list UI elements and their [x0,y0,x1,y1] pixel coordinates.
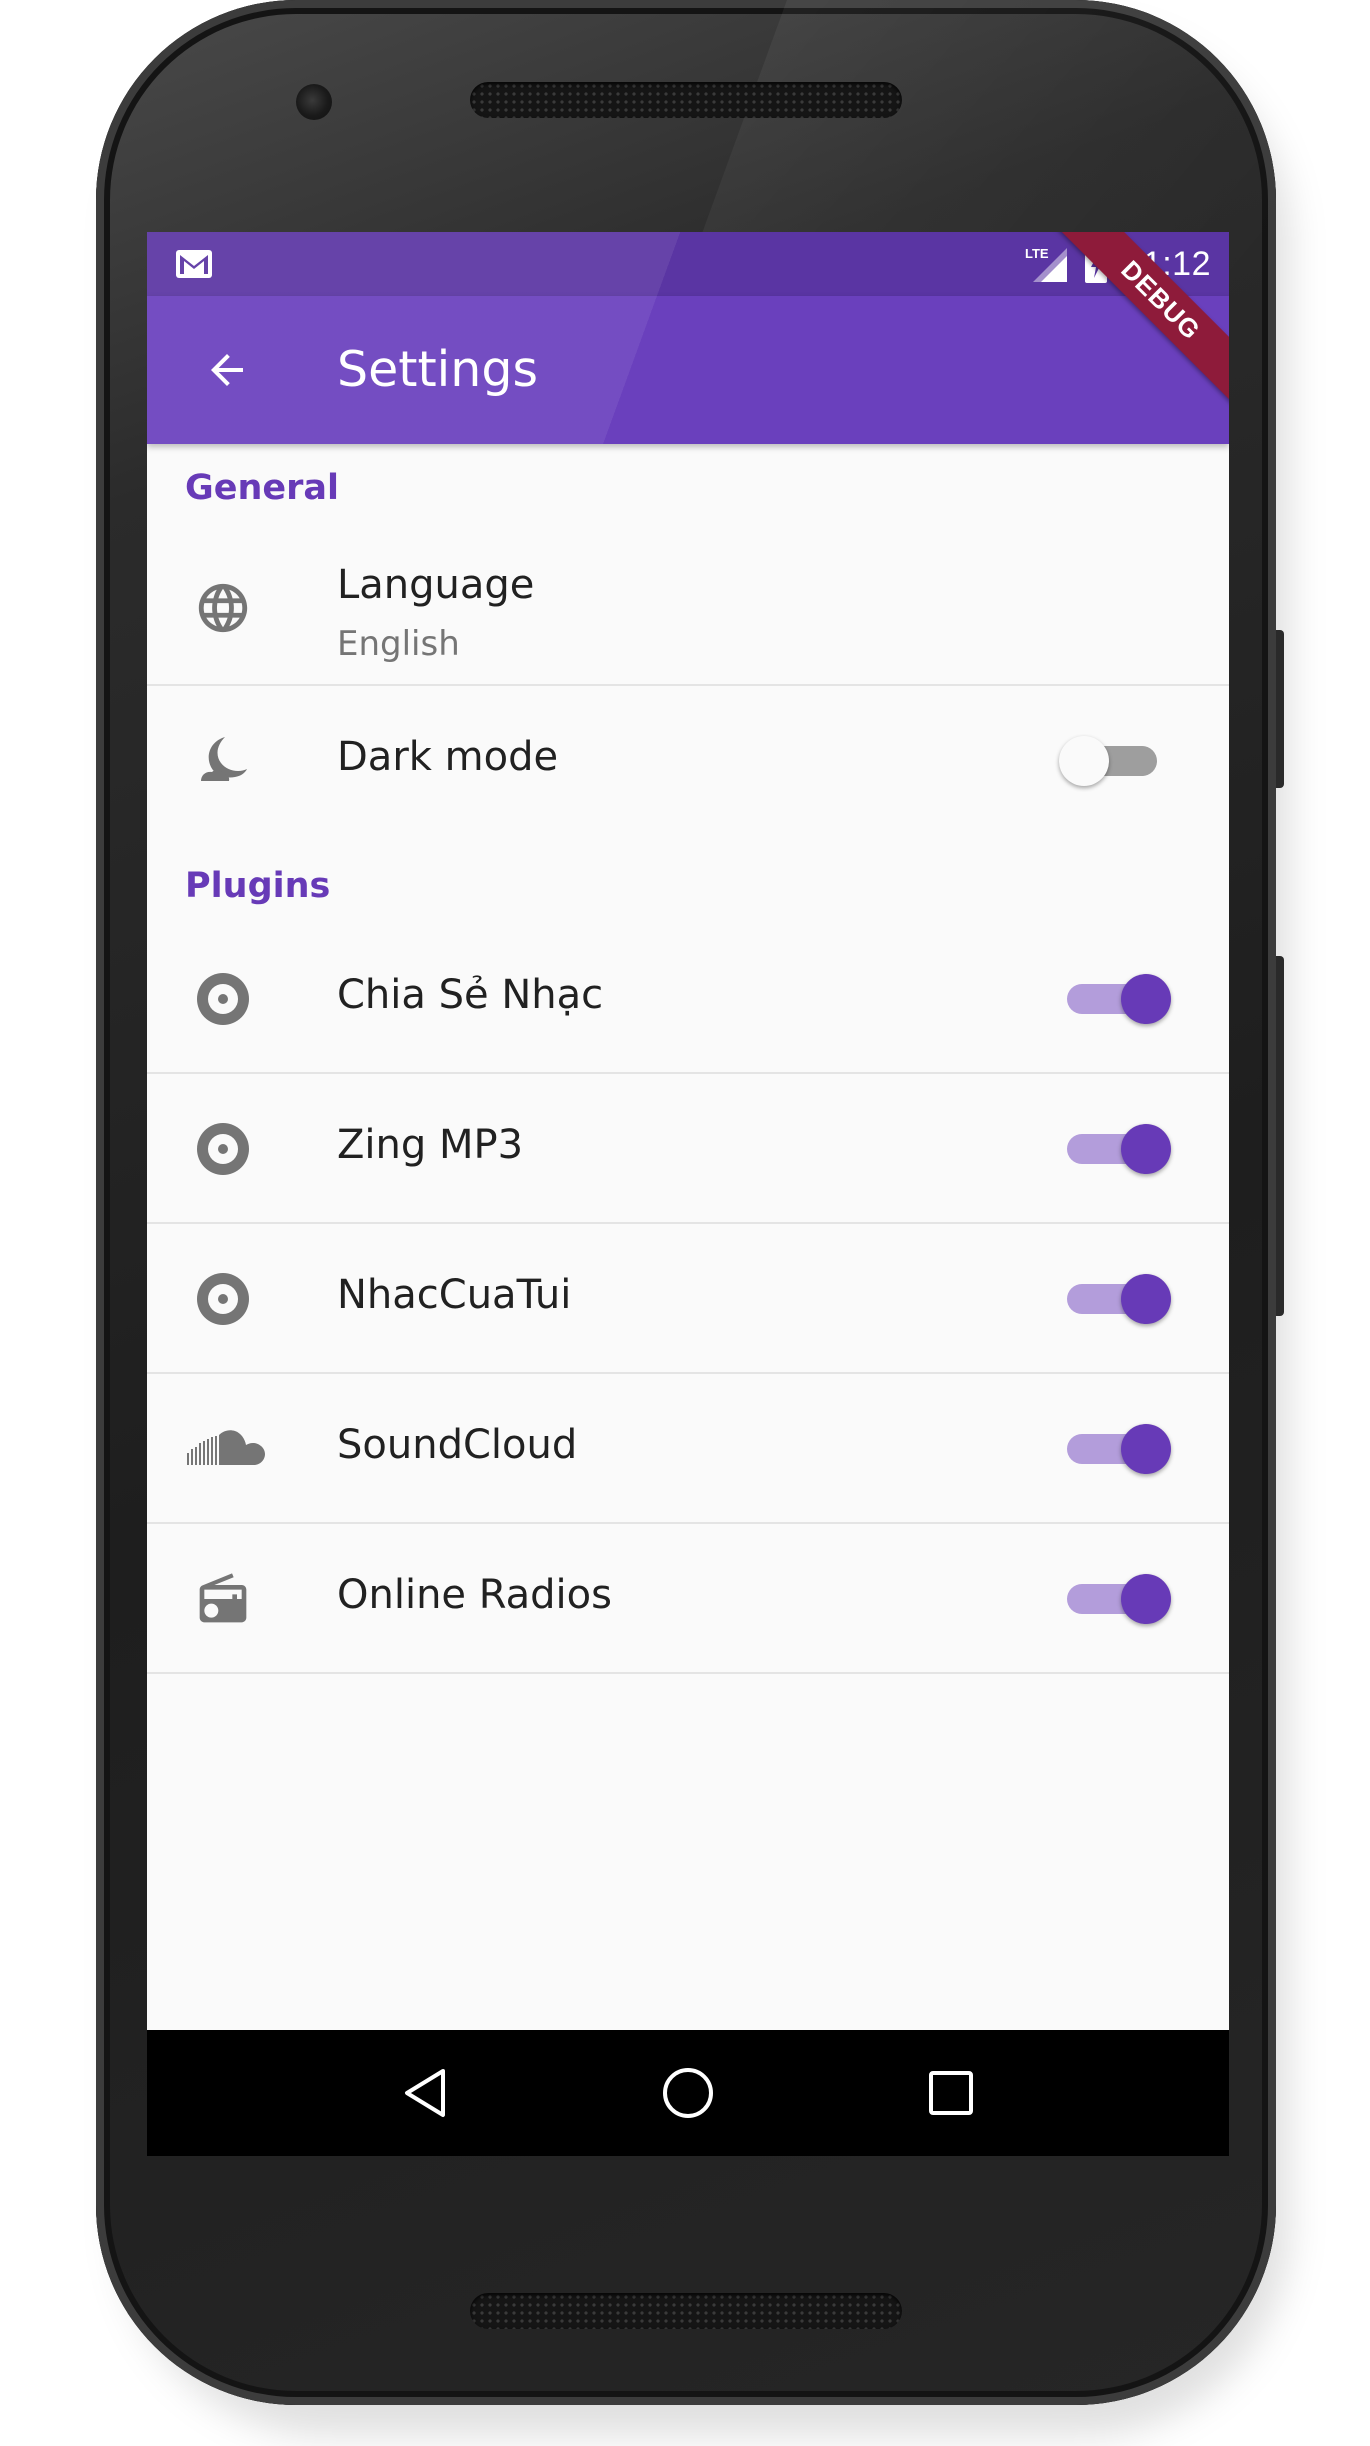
moon-icon [183,721,263,801]
front-camera [296,84,332,120]
disc-icon [183,1259,263,1339]
bottom-speaker-grille [470,2293,902,2329]
radio-icon [183,1559,263,1639]
language-title: Language [337,562,535,608]
plugin-row-online-radios[interactable]: Online Radios [147,1524,1229,1674]
plugin-row-nhaccuatui[interactable]: NhacCuaTui [147,1224,1229,1374]
top-speaker-grille [470,82,902,118]
lte-signal-icon: LTE [1025,246,1068,282]
plugin-title: Online Radios [337,1572,612,1618]
switch-thumb [1121,1124,1171,1174]
setting-language[interactable]: Language English [147,528,1229,686]
system-navigation-bar [147,2030,1229,2156]
disc-icon [183,959,263,1039]
dark-mode-switch[interactable] [1059,730,1179,790]
switch-thumb [1121,1274,1171,1324]
plugin-switch[interactable] [1059,1268,1179,1328]
plugin-title: Chia Sẻ Nhạc [337,972,604,1018]
screen: LTE 21:12 Settings DEBUG General Languag… [147,232,1229,2156]
page-title: Settings [337,341,538,398]
arrow-back-icon [211,354,243,386]
setting-dark-mode[interactable]: Dark mode [147,686,1229,836]
section-header-plugins: Plugins [185,866,331,906]
plugin-title: Zing MP3 [337,1122,524,1168]
plugin-switch[interactable] [1059,1118,1179,1178]
switch-thumb [1059,736,1109,786]
switch-thumb [1121,974,1171,1024]
plugin-switch[interactable] [1059,968,1179,1028]
section-header-general: General [185,468,339,508]
nav-recents-icon [929,2071,973,2115]
nav-recents-button[interactable] [911,2053,991,2133]
plugin-row-zing-mp3[interactable]: Zing MP3 [147,1074,1229,1224]
gmail-icon [176,250,212,278]
plugin-switch[interactable] [1059,1568,1179,1628]
plugin-switch[interactable] [1059,1418,1179,1478]
nav-back-button[interactable] [385,2053,465,2133]
switch-thumb [1121,1574,1171,1624]
nav-back-icon [405,2069,445,2117]
soundcloud-icon [185,1409,267,1489]
plugin-row-soundcloud[interactable]: SoundCloud [147,1374,1229,1524]
lte-label: LTE [1025,246,1049,261]
plugin-title: SoundCloud [337,1422,578,1468]
plugin-row-chia-se-nhac[interactable]: Chia Sẻ Nhạc [147,924,1229,1074]
nav-home-icon [663,2068,713,2118]
nav-home-button[interactable] [648,2053,728,2133]
globe-icon [183,568,263,648]
language-value: English [337,624,460,664]
back-button[interactable] [187,330,267,410]
status-bar: LTE 21:12 [147,232,1229,296]
switch-thumb [1121,1424,1171,1474]
disc-icon [183,1109,263,1189]
page: LTE 21:12 Settings DEBUG General Languag… [0,0,1370,2446]
app-bar: Settings [147,296,1229,444]
dark-mode-title: Dark mode [337,734,559,780]
plugin-title: NhacCuaTui [337,1272,572,1318]
